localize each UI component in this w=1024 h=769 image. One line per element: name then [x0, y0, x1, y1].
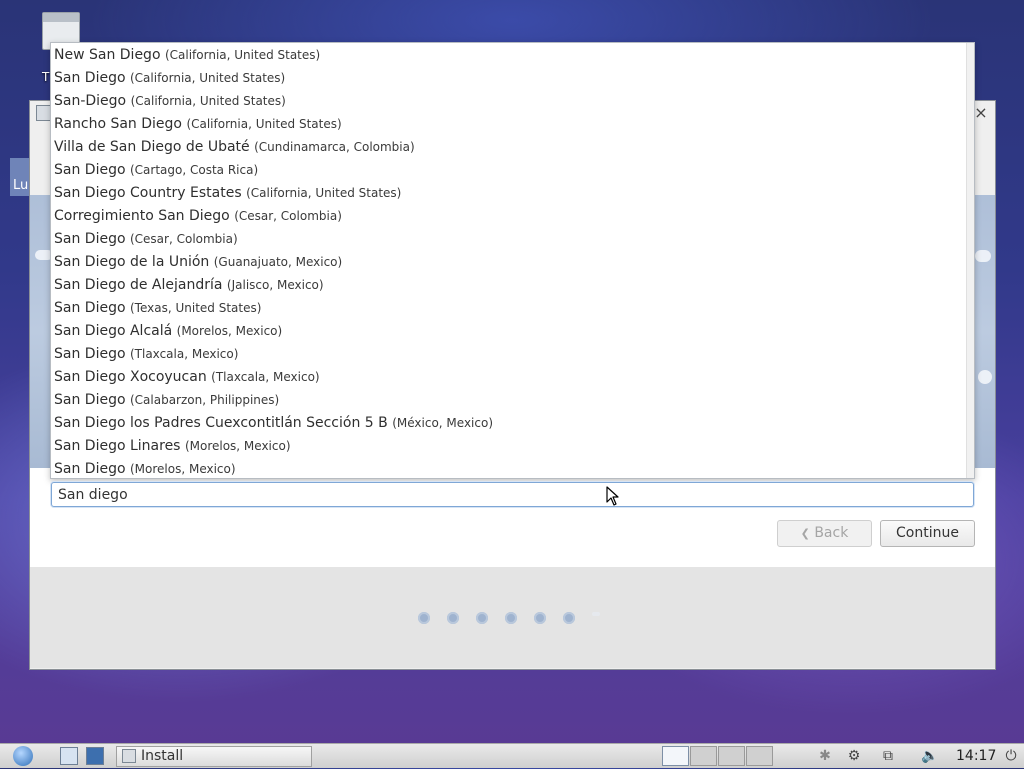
suggestion-region: (California, United States)	[129, 71, 286, 85]
suggestion-item[interactable]: San Diego de la Unión (Guanajuato, Mexic…	[54, 251, 342, 274]
suggestion-item[interactable]: Villa de San Diego de Ubaté (Cundinamarc…	[54, 136, 415, 159]
suggestion-item[interactable]: San Diego Linares (Morelos, Mexico)	[54, 435, 291, 458]
start-menu-button[interactable]	[3, 746, 43, 766]
suggestion-item[interactable]: San Diego Xocoyucan (Tlaxcala, Mexico)	[54, 366, 320, 389]
suggestion-item[interactable]: San Diego (California, United States)	[54, 67, 285, 90]
workspace-1[interactable]	[662, 746, 689, 766]
suggestion-item[interactable]: San Diego Country Estates (California, U…	[54, 182, 401, 205]
suggestion-name: San Diego Xocoyucan	[54, 369, 207, 385]
suggestion-region: (Cundinamarca, Colombia)	[254, 140, 415, 154]
suggestion-name: San Diego Country Estates	[54, 185, 242, 201]
suggestion-name: San Diego de Alejandría	[54, 277, 223, 293]
suggestion-item[interactable]: New San Diego (California, United States…	[54, 44, 320, 67]
workspace-2[interactable]	[690, 746, 717, 766]
suggestion-name: San Diego	[54, 300, 126, 316]
workspace-4[interactable]	[746, 746, 773, 766]
suggestion-name: New San Diego	[54, 47, 161, 63]
file-manager-icon[interactable]	[86, 747, 104, 765]
suggestion-item[interactable]: San Diego (Cesar, Colombia)	[54, 228, 238, 251]
suggestion-name: Rancho San Diego	[54, 116, 182, 132]
suggestion-region: (Tlaxcala, Mexico)	[211, 370, 320, 384]
suggestion-region: (California, United States)	[164, 48, 321, 62]
location-suggestions[interactable]: New San Diego (California, United States…	[50, 42, 975, 479]
progress-indicator	[418, 612, 600, 624]
scrollbar[interactable]	[966, 43, 974, 478]
network-icon[interactable]: ⧉	[879, 747, 897, 765]
suggestion-region: (México, Mexico)	[392, 416, 493, 430]
power-icon[interactable]: ⏻	[1002, 747, 1020, 765]
progress-dot	[476, 612, 488, 624]
clock[interactable]: 14:17	[956, 744, 996, 769]
show-desktop-icon[interactable]	[60, 747, 78, 765]
suggestion-region: (Cesar, Colombia)	[129, 232, 238, 246]
installer-icon	[122, 749, 136, 763]
volume-icon[interactable]: 🔈	[921, 747, 939, 765]
suggestion-region: (Texas, United States)	[129, 301, 262, 315]
suggestion-region: (Guanajuato, Mexico)	[213, 255, 343, 269]
desktop-icon-label: T	[42, 70, 50, 84]
suggestion-name: San-Diego	[54, 93, 127, 109]
progress-dot	[563, 612, 575, 624]
chevron-left-icon: ❮	[800, 527, 810, 540]
suggestion-item[interactable]: San Diego (Texas, United States)	[54, 297, 261, 320]
suggestion-name: San Diego	[54, 392, 126, 408]
suggestion-item[interactable]: Rancho San Diego (California, United Sta…	[54, 113, 342, 136]
suggestion-item[interactable]: San Diego (Tlaxcala, Mexico)	[54, 343, 238, 366]
suggestion-region: (Cartago, Costa Rica)	[129, 163, 259, 177]
suggestion-name: San Diego	[54, 346, 126, 362]
suggestion-region: (California, United States)	[186, 117, 342, 131]
suggestion-region: (Cesar, Colombia)	[234, 209, 342, 223]
suggestion-region: (Morelos, Mexico)	[184, 439, 291, 453]
suggestion-name: San Diego	[54, 461, 126, 477]
suggestion-item[interactable]: San Diego los Padres Cuexcontitlán Secci…	[54, 412, 493, 435]
location-search-input[interactable]	[51, 482, 974, 507]
suggestion-name: San Diego	[54, 231, 126, 247]
suggestion-region: (Jalisco, Mexico)	[226, 278, 324, 292]
suggestion-region: (California, United States)	[130, 94, 286, 108]
progress-dot	[534, 612, 546, 624]
suggestion-name: San Diego	[54, 162, 126, 178]
network-manager-icon[interactable]: ⚙	[845, 747, 863, 765]
back-button-label: Back	[814, 525, 849, 541]
progress-dot-pending	[592, 612, 600, 616]
taskbar-install-task[interactable]: Install	[116, 746, 312, 767]
progress-dot	[418, 612, 430, 624]
workspace-3[interactable]	[718, 746, 745, 766]
suggestion-name: San Diego	[54, 70, 126, 86]
workspace-switcher[interactable]	[662, 746, 774, 766]
suggestion-region: (Tlaxcala, Mexico)	[129, 347, 239, 361]
taskbar-task-label: Install	[141, 748, 184, 764]
suggestion-item[interactable]: San Diego (Cartago, Costa Rica)	[54, 159, 258, 182]
continue-button[interactable]: Continue	[880, 520, 975, 547]
suggestion-item[interactable]: San Diego Alcalá (Morelos, Mexico)	[54, 320, 282, 343]
suggestion-name: Corregimiento San Diego	[54, 208, 230, 224]
suggestion-name: San Diego Linares	[54, 438, 181, 454]
taskbar: Install ✱ ⚙ ⧉ 🔈 14:17 ⏻	[0, 743, 1024, 768]
progress-dot	[505, 612, 517, 624]
suggestion-region: (Calabarzon, Philippines)	[129, 393, 280, 407]
suggestion-item[interactable]: San Diego (Morelos, Mexico)	[54, 458, 236, 481]
mouse-pointer-icon	[606, 486, 619, 506]
progress-dot	[447, 612, 459, 624]
bluetooth-icon[interactable]: ✱	[816, 747, 834, 765]
suggestion-region: (Morelos, Mexico)	[176, 324, 283, 338]
suggestion-name: Villa de San Diego de Ubaté	[54, 139, 250, 155]
suggestion-item[interactable]: San Diego de Alejandría (Jalisco, Mexico…	[54, 274, 324, 297]
suggestion-item[interactable]: San Diego (Calabarzon, Philippines)	[54, 389, 279, 412]
suggestion-item[interactable]: San-Diego (California, United States)	[54, 90, 286, 113]
suggestion-name: San Diego los Padres Cuexcontitlán Secci…	[54, 415, 388, 431]
back-button[interactable]: ❮ Back	[777, 520, 872, 547]
suggestion-name: San Diego Alcalá	[54, 323, 173, 339]
suggestion-name: San Diego de la Unión	[54, 254, 210, 270]
lubuntu-logo-icon	[13, 746, 33, 766]
suggestion-region: (Morelos, Mexico)	[129, 462, 236, 476]
suggestion-item[interactable]: Corregimiento San Diego (Cesar, Colombia…	[54, 205, 342, 228]
suggestion-region: (California, United States)	[246, 186, 402, 200]
